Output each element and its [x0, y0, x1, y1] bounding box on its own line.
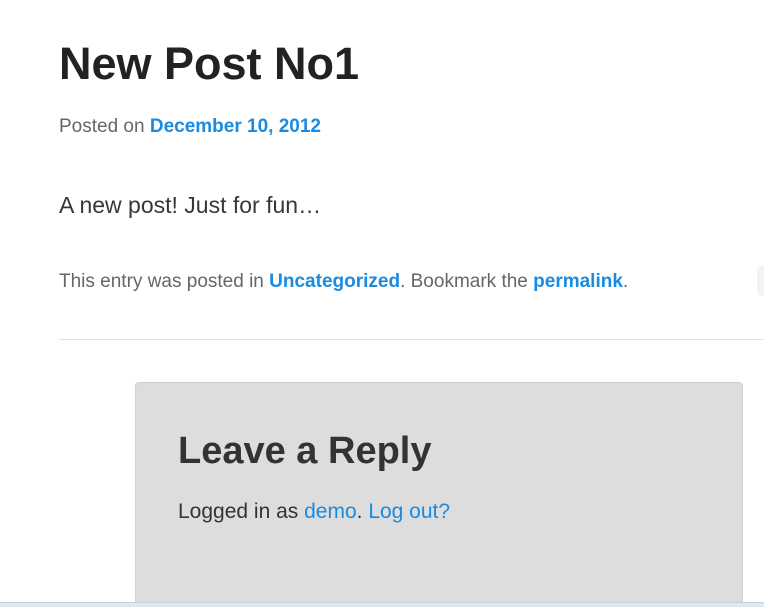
page: New Post No1 Posted on December 10, 2012…: [0, 0, 764, 607]
posted-on-label: Posted on: [59, 116, 150, 137]
logged-in-as: Logged in as demo. Log out?: [178, 497, 450, 527]
logged-in-separator: .: [356, 500, 369, 523]
reply-title: Leave a Reply: [178, 430, 432, 472]
footer-suffix: .: [622, 271, 629, 292]
window-bottom-edge: [0, 602, 764, 607]
entry-footer: This entry was posted in Uncategorized. …: [59, 268, 628, 296]
footer-prefix: This entry was posted in: [59, 271, 270, 292]
entry-content: A new post! Just for fun…: [59, 192, 322, 218]
logged-in-prefix: Logged in as: [178, 500, 305, 523]
entry-meta: Posted on December 10, 2012: [59, 114, 321, 140]
category-link[interactable]: Uncategorized: [269, 271, 400, 292]
post-title: New Post No1: [59, 38, 360, 89]
post-divider: [59, 339, 764, 340]
footer-middle: . Bookmark the: [400, 271, 534, 292]
logout-link[interactable]: Log out?: [368, 500, 450, 523]
user-profile-link[interactable]: demo: [304, 500, 357, 523]
side-edge-tab: [757, 266, 764, 296]
permalink-link[interactable]: permalink: [533, 271, 623, 292]
reply-box: Leave a Reply Logged in as demo. Log out…: [135, 382, 743, 607]
post-date-link[interactable]: December 10, 2012: [150, 116, 321, 137]
